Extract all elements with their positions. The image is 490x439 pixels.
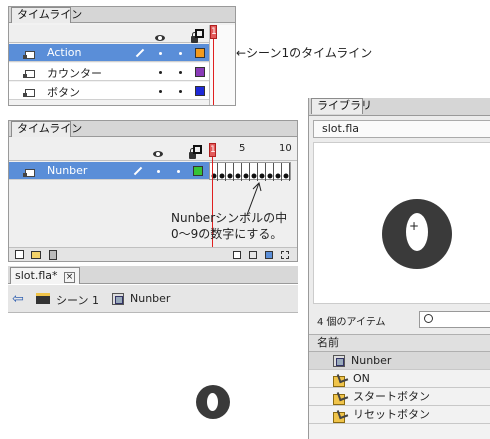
layer-name: カウンター bbox=[47, 67, 102, 80]
breadcrumb-scene[interactable]: シーン 1 bbox=[56, 292, 99, 308]
library-item-list: Nunber ON スタートボタン リセットボタン bbox=[309, 352, 490, 439]
layer-color-swatch[interactable] bbox=[195, 86, 205, 96]
crosshair-icon: + bbox=[409, 219, 420, 233]
new-layer-icon[interactable] bbox=[15, 250, 24, 259]
layer-color-swatch[interactable] bbox=[193, 166, 203, 176]
visibility-dot[interactable] bbox=[159, 71, 162, 74]
edit-multiple-icon[interactable] bbox=[265, 251, 273, 259]
library-item[interactable]: Nunber bbox=[309, 352, 490, 370]
outline-icon[interactable] bbox=[193, 145, 202, 154]
onion-outline-icon[interactable] bbox=[249, 251, 257, 259]
lock-dot[interactable] bbox=[179, 90, 182, 93]
timeline-tab[interactable]: タイムライン bbox=[11, 121, 82, 137]
library-item-label: ON bbox=[353, 372, 370, 385]
button-icon bbox=[333, 391, 347, 405]
layer-row-counter[interactable]: カウンター bbox=[9, 63, 209, 81]
breadcrumb-symbol[interactable]: Nunber bbox=[130, 292, 170, 305]
layer-icon bbox=[23, 69, 35, 78]
timeline-bottom-toolbar bbox=[9, 247, 297, 261]
column-name-label: 名前 bbox=[317, 336, 339, 349]
lock-dot[interactable] bbox=[179, 52, 182, 55]
playhead-line bbox=[213, 39, 214, 105]
layer-row-action[interactable]: Action bbox=[9, 44, 209, 62]
search-icon bbox=[424, 314, 433, 323]
playhead[interactable]: 1 bbox=[209, 143, 216, 157]
playhead[interactable]: 1 bbox=[210, 25, 217, 39]
library-preview: + 0 bbox=[313, 142, 490, 304]
library-item-label: リセットボタン bbox=[353, 408, 430, 421]
layer-icon bbox=[23, 50, 35, 59]
pencil-icon bbox=[133, 166, 143, 176]
layer-header-row: 5 10 bbox=[9, 139, 297, 161]
library-search[interactable] bbox=[419, 311, 490, 328]
layer-icon bbox=[23, 88, 35, 97]
button-icon bbox=[333, 409, 347, 423]
library-item-label: スタートボタン bbox=[353, 390, 430, 403]
visibility-dot[interactable] bbox=[159, 90, 162, 93]
frame-number: 5 bbox=[239, 143, 246, 154]
edit-bar: ⇦ シーン 1 Nunber bbox=[8, 285, 298, 313]
stage-digit-hole bbox=[207, 393, 218, 411]
symbol-timeline-panel: タイムライン 5 10 Nunber 1 Nunberシンボルの中 0〜9の数字… bbox=[8, 120, 298, 262]
library-item-label: Nunber bbox=[351, 354, 392, 367]
keyframe-strip[interactable] bbox=[209, 162, 291, 181]
library-column-header[interactable]: 名前 bbox=[309, 334, 490, 352]
trash-icon[interactable] bbox=[49, 250, 57, 260]
timeline-tab[interactable]: タイムライン bbox=[11, 7, 82, 23]
layer-list: Action カウンター ボタン bbox=[9, 44, 209, 104]
eye-icon[interactable] bbox=[153, 151, 163, 157]
visibility-dot[interactable] bbox=[157, 170, 160, 173]
library-tab[interactable]: ライブラリ bbox=[311, 98, 372, 114]
library-item[interactable]: リセットボタン bbox=[309, 406, 490, 424]
layer-header-row bbox=[9, 25, 235, 43]
visibility-dot[interactable] bbox=[159, 52, 162, 55]
timeline-tabbar: タイムライン bbox=[9, 121, 297, 137]
back-arrow-icon[interactable]: ⇦ bbox=[12, 291, 24, 307]
lock-dot[interactable] bbox=[177, 170, 180, 173]
library-tabbar: ライブラリ bbox=[309, 98, 490, 116]
library-file-name: slot.fla bbox=[322, 122, 359, 135]
document-tab[interactable]: slot.fla* × bbox=[10, 267, 80, 284]
symbol-annotation-line2: 0〜9の数字にする。 bbox=[171, 227, 283, 241]
symbol-annotation-line1: Nunberシンボルの中 bbox=[171, 211, 288, 225]
scene-timeline-annotation: ←シーン1のタイムライン bbox=[236, 46, 373, 60]
outline-icon[interactable] bbox=[195, 29, 204, 38]
layer-color-swatch[interactable] bbox=[195, 67, 205, 77]
new-folder-icon[interactable] bbox=[31, 251, 41, 259]
pencil-icon bbox=[135, 48, 145, 58]
layer-name: Nunber bbox=[47, 164, 88, 177]
item-count: 4 個のアイテム bbox=[317, 317, 386, 328]
modify-markers-icon[interactable] bbox=[281, 251, 289, 259]
library-item[interactable]: ON bbox=[309, 370, 490, 388]
lock-dot[interactable] bbox=[179, 71, 182, 74]
layer-icon bbox=[23, 168, 35, 177]
layer-name: Action bbox=[47, 46, 82, 59]
frame-number: 10 bbox=[279, 143, 292, 154]
layer-row-button[interactable]: ボタン bbox=[9, 82, 209, 100]
close-icon[interactable]: × bbox=[64, 272, 75, 283]
layer-color-swatch[interactable] bbox=[195, 48, 205, 58]
layer-row-nunber[interactable]: Nunber bbox=[9, 162, 209, 180]
scene-timeline-panel: タイムライン Action カウンター ボタン 1 bbox=[8, 6, 236, 106]
playhead-line bbox=[212, 157, 213, 259]
movieclip-icon bbox=[333, 355, 345, 367]
stage-digit[interactable]: 0 bbox=[196, 385, 230, 419]
onion-skin-icon[interactable] bbox=[233, 251, 241, 259]
scene-icon bbox=[36, 293, 50, 304]
layer-name: ボタン bbox=[47, 86, 80, 99]
library-info-bar: 4 個のアイテム bbox=[313, 310, 490, 330]
document-tabbar: slot.fla* × bbox=[8, 266, 298, 284]
timeline-tabbar: タイムライン bbox=[9, 7, 235, 23]
button-icon bbox=[333, 373, 347, 387]
eye-icon[interactable] bbox=[155, 35, 165, 41]
library-file-select[interactable]: slot.fla bbox=[313, 120, 490, 138]
movieclip-icon bbox=[112, 293, 124, 305]
library-panel: ライブラリ slot.fla + 0 4 個のアイテム 名前 Nunber ON… bbox=[308, 98, 490, 439]
document-tab-label: slot.fla* bbox=[15, 269, 58, 282]
preview-digit: + 0 bbox=[382, 199, 452, 269]
library-item[interactable]: スタートボタン bbox=[309, 388, 490, 406]
